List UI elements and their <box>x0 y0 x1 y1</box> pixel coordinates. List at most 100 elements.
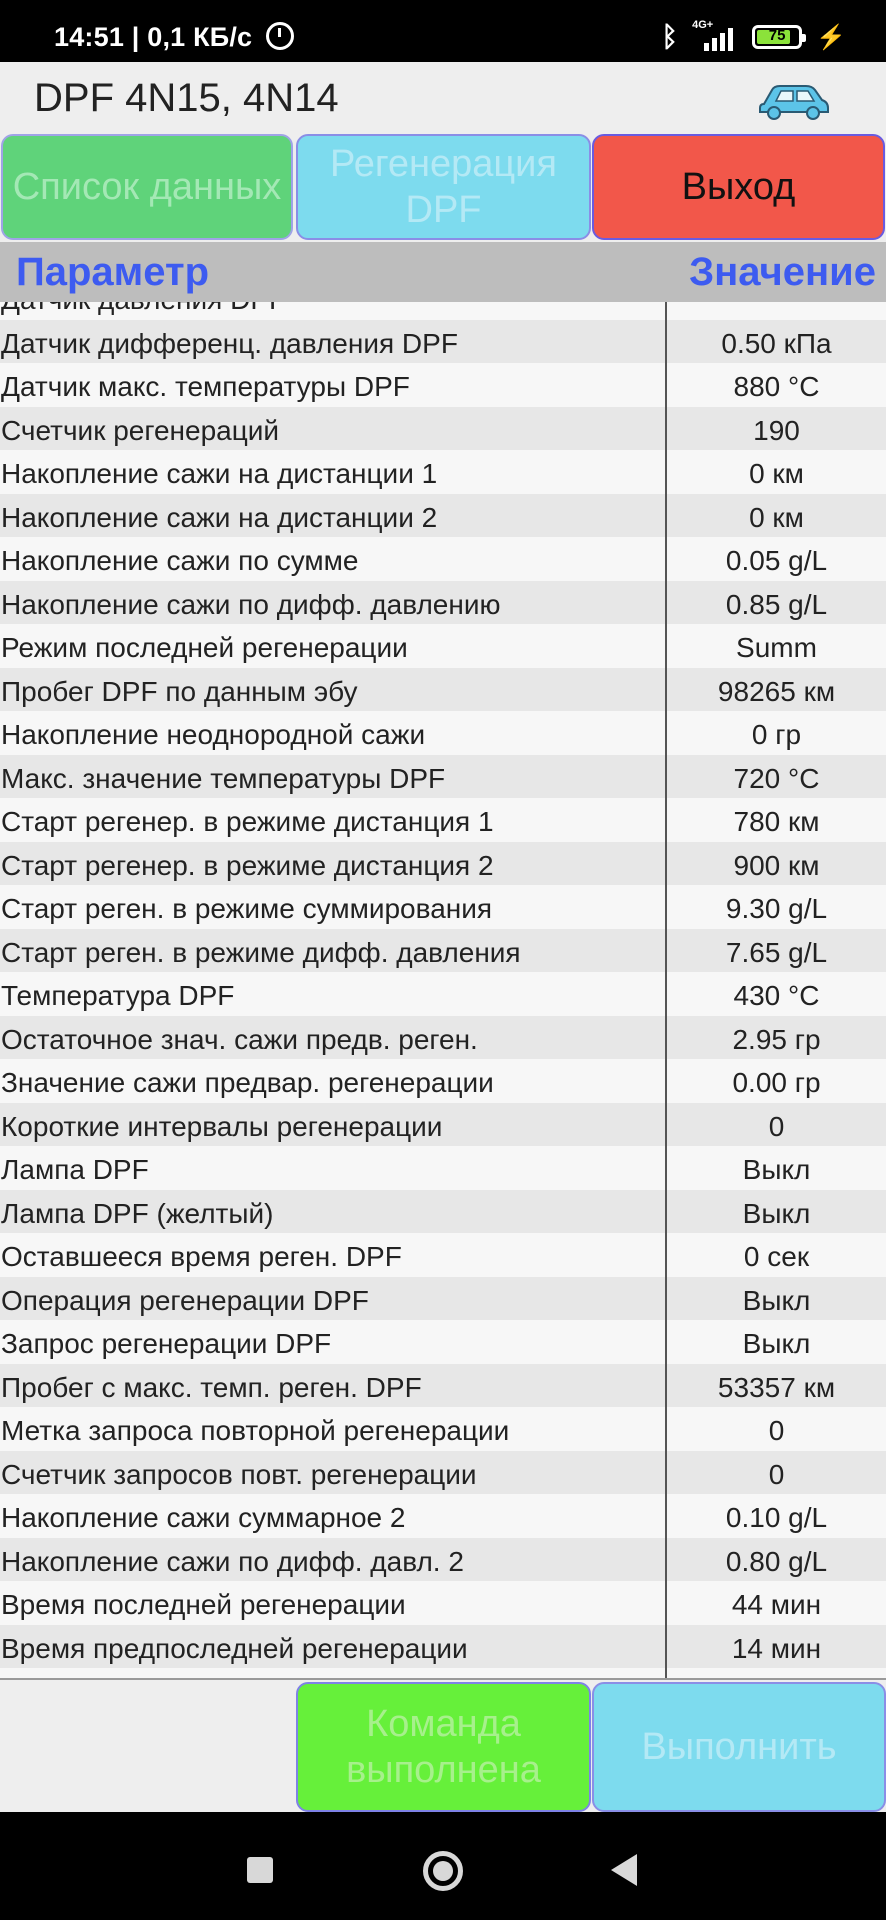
parameter-value: 190 <box>753 414 800 446</box>
parameter-value: Выкл <box>742 1328 811 1359</box>
alarm-icon <box>265 22 294 50</box>
parameter-name: Макс. значение температуры DPF <box>1 762 446 794</box>
parameter-name: Накопление сажи по дифф. давлению <box>1 588 501 620</box>
parameter-value: 0.00 гр <box>732 1067 821 1098</box>
parameter-name: Пробег DPF по данным эбу <box>1 675 358 707</box>
parameter-name: Счетчик запросов повт. регенерации <box>1 1458 477 1490</box>
charging-icon: ⚡ <box>816 23 846 51</box>
page-title: DPF 4N15, 4N14 <box>34 76 339 120</box>
parameter-name: Накопление сажи по сумме <box>1 545 359 576</box>
table-row[interactable]: Время предпоследней регенерации 14 мин <box>0 1624 886 1668</box>
table-row[interactable]: Датчик давления DPF <box>0 302 886 320</box>
parameter-name: Лампа DPF (желтый) <box>1 1197 274 1229</box>
table-row[interactable]: Старт реген. в режиме суммирования 9.30 g… <box>0 885 886 929</box>
parameter-value: 0 <box>768 1458 785 1490</box>
table-row[interactable]: Старт регенер. в режиме дистанция 2 900 к… <box>0 841 886 885</box>
table-row[interactable]: Старт реген. в режиме дифф. давления 7.65… <box>0 928 886 972</box>
parameter-value: 0 сек <box>743 1241 810 1272</box>
parameter-name: Накопление сажи суммарное 2 <box>1 1502 406 1533</box>
table-row[interactable]: Макс. значение температуры DPF 720 °C <box>0 754 886 798</box>
parameter-name: Датчик давления DPF <box>1 302 286 316</box>
car-icon <box>759 85 829 120</box>
table-row[interactable]: Накопление неоднородной сажи 0 гр <box>0 711 886 755</box>
table-row[interactable]: Операция регенерации DPF Выкл <box>0 1276 886 1320</box>
parameter-value: 780 км <box>733 806 820 837</box>
parameter-value: 2.95 гр <box>732 1023 821 1055</box>
status-right: ᛒ 4G+ 75 ⚡ <box>661 19 846 52</box>
table-row[interactable]: Лампа DPF (желтый) Выкл <box>0 1189 886 1233</box>
regen-dpf-button[interactable]: Регенерация DPF <box>296 134 591 240</box>
parameter-list[interactable]: Датчик давления DPF Датчик дифференц. дав… <box>0 302 886 1678</box>
parameter-value: 720 °C <box>733 762 820 794</box>
table-row[interactable]: Накопление сажи по дифф. давлению 0.85 g/… <box>0 580 886 624</box>
home-icon[interactable] <box>423 1851 463 1891</box>
execute-button[interactable]: Выполнить <box>592 1682 886 1812</box>
table-row[interactable]: Накопление сажи по дифф. давл. 2 0.80 g/L <box>0 1537 886 1581</box>
parameter-name: Режим последней регенерации <box>1 632 408 663</box>
exit-button[interactable]: Выход <box>592 134 885 240</box>
recent-apps-icon[interactable] <box>247 1857 273 1883</box>
column-header-parameter: Параметр <box>16 250 210 294</box>
column-header-value: Значение <box>689 250 876 294</box>
parameter-value: 0.50 кПа <box>721 327 832 359</box>
table-row[interactable]: Короткие интервалы регенерации 0 <box>0 1102 886 1146</box>
table-row[interactable]: Пробег с макс. темп. реген. DPF 53357 км <box>0 1363 886 1407</box>
parameter-value: Summ <box>736 632 817 663</box>
parameter-name: Счетчик регенераций <box>1 414 280 446</box>
parameter-value: 53357 км <box>717 1371 836 1403</box>
table-header: Параметр Значение <box>0 242 886 302</box>
parameter-name: Метка запроса повторной регенерации <box>1 1415 510 1446</box>
back-icon[interactable] <box>611 1854 637 1886</box>
parameter-value: 14 мин <box>731 1632 822 1664</box>
parameter-name: Пробег с макс. темп. реген. DPF <box>1 1371 422 1403</box>
parameter-value: 98265 км <box>717 675 836 707</box>
table-row[interactable]: Накопление сажи на дистанции 1 0 км <box>0 450 886 494</box>
table-row[interactable]: Запрос регенерации DPF Выкл <box>0 1320 886 1364</box>
table-row[interactable]: Пробег DPF по данным эбу 98265 км <box>0 667 886 711</box>
table-row[interactable]: Накопление сажи суммарное 2 0.10 g/L <box>0 1494 886 1538</box>
navigation-bar <box>0 1812 886 1920</box>
parameter-name: Значение сажи предвар. регенерации <box>1 1067 494 1098</box>
parameter-name: Накопление сажи на дистанции 1 <box>1 458 438 489</box>
table-row[interactable]: Лампа DPF Выкл <box>0 1146 886 1190</box>
table-row[interactable]: Метка запроса повторной регенерации 0 <box>0 1407 886 1451</box>
parameter-name: Время предпоследней регенерации <box>1 1632 468 1664</box>
table-row[interactable]: Датчик дифференц. давления DPF 0.50 кПа <box>0 319 886 363</box>
parameter-value: Выкл <box>742 1284 811 1316</box>
table-row[interactable]: Значение сажи предвар. регенерации 0.00 г… <box>0 1059 886 1103</box>
parameter-value: 0 км <box>749 458 804 489</box>
parameter-value: 880 °C <box>733 371 820 402</box>
parameter-value: 9.30 g/L <box>725 893 828 924</box>
parameter-value: 0.10 g/L <box>725 1502 828 1533</box>
table-row[interactable]: Оставшееся время реген. DPF 0 сек <box>0 1233 886 1277</box>
parameter-value: Выкл <box>742 1154 811 1185</box>
table-row[interactable]: Температура DPF 430 °C <box>0 972 886 1016</box>
parameter-name: Температура DPF <box>1 980 235 1011</box>
parameter-name: Датчик макс. температуры DPF <box>1 371 410 402</box>
parameter-name: Время последней регенерации <box>1 1589 406 1620</box>
table-row[interactable]: Накопление сажи по сумме 0.05 g/L <box>0 537 886 581</box>
parameter-name: Оставшееся время реген. DPF <box>1 1241 402 1272</box>
parameter-value: 900 км <box>733 849 820 881</box>
table-row[interactable]: Старт регенер. в режиме дистанция 1 780 к… <box>0 798 886 842</box>
table-row[interactable]: Время последней регенерации 44 мин <box>0 1581 886 1625</box>
table-row[interactable]: Счетчик запросов повт. регенерации 0 <box>0 1450 886 1494</box>
table-row[interactable]: Остаточное знач. сажи предв. реген. 2.95 … <box>0 1015 886 1059</box>
parameter-name: Запрос регенерации DPF <box>1 1328 332 1359</box>
table-row[interactable]: Накопление сажи на дистанции 2 0 км <box>0 493 886 537</box>
battery-icon: 75 <box>752 25 807 49</box>
parameter-name: Короткие интервалы регенерации <box>1 1110 443 1142</box>
command-done-button[interactable]: Команда выполнена <box>296 1682 591 1812</box>
parameter-name: Остаточное знач. сажи предв. реген. <box>1 1023 478 1055</box>
parameter-name: Операция регенерации DPF <box>1 1284 369 1316</box>
parameter-name: Накопление сажи по дифф. давл. 2 <box>1 1545 464 1577</box>
bluetooth-icon: ᛒ <box>661 21 679 52</box>
table-row[interactable]: Счетчик регенераций 190 <box>0 406 886 450</box>
data-list-button[interactable]: Список данных <box>1 134 293 240</box>
parameter-name: Старт реген. в режиме дифф. давления <box>1 936 521 968</box>
table-row[interactable]: Режим последней регенерации Summ <box>0 624 886 668</box>
parameter-name: Датчик дифференц. давления DPF <box>1 327 458 359</box>
signal-icon: 4G+ <box>692 19 738 51</box>
status-bar: 14:51 | 0,1 КБ/с ᛒ 4G+ 75 ⚡ <box>0 0 886 62</box>
table-row[interactable]: Датчик макс. температуры DPF 880 °C <box>0 363 886 407</box>
